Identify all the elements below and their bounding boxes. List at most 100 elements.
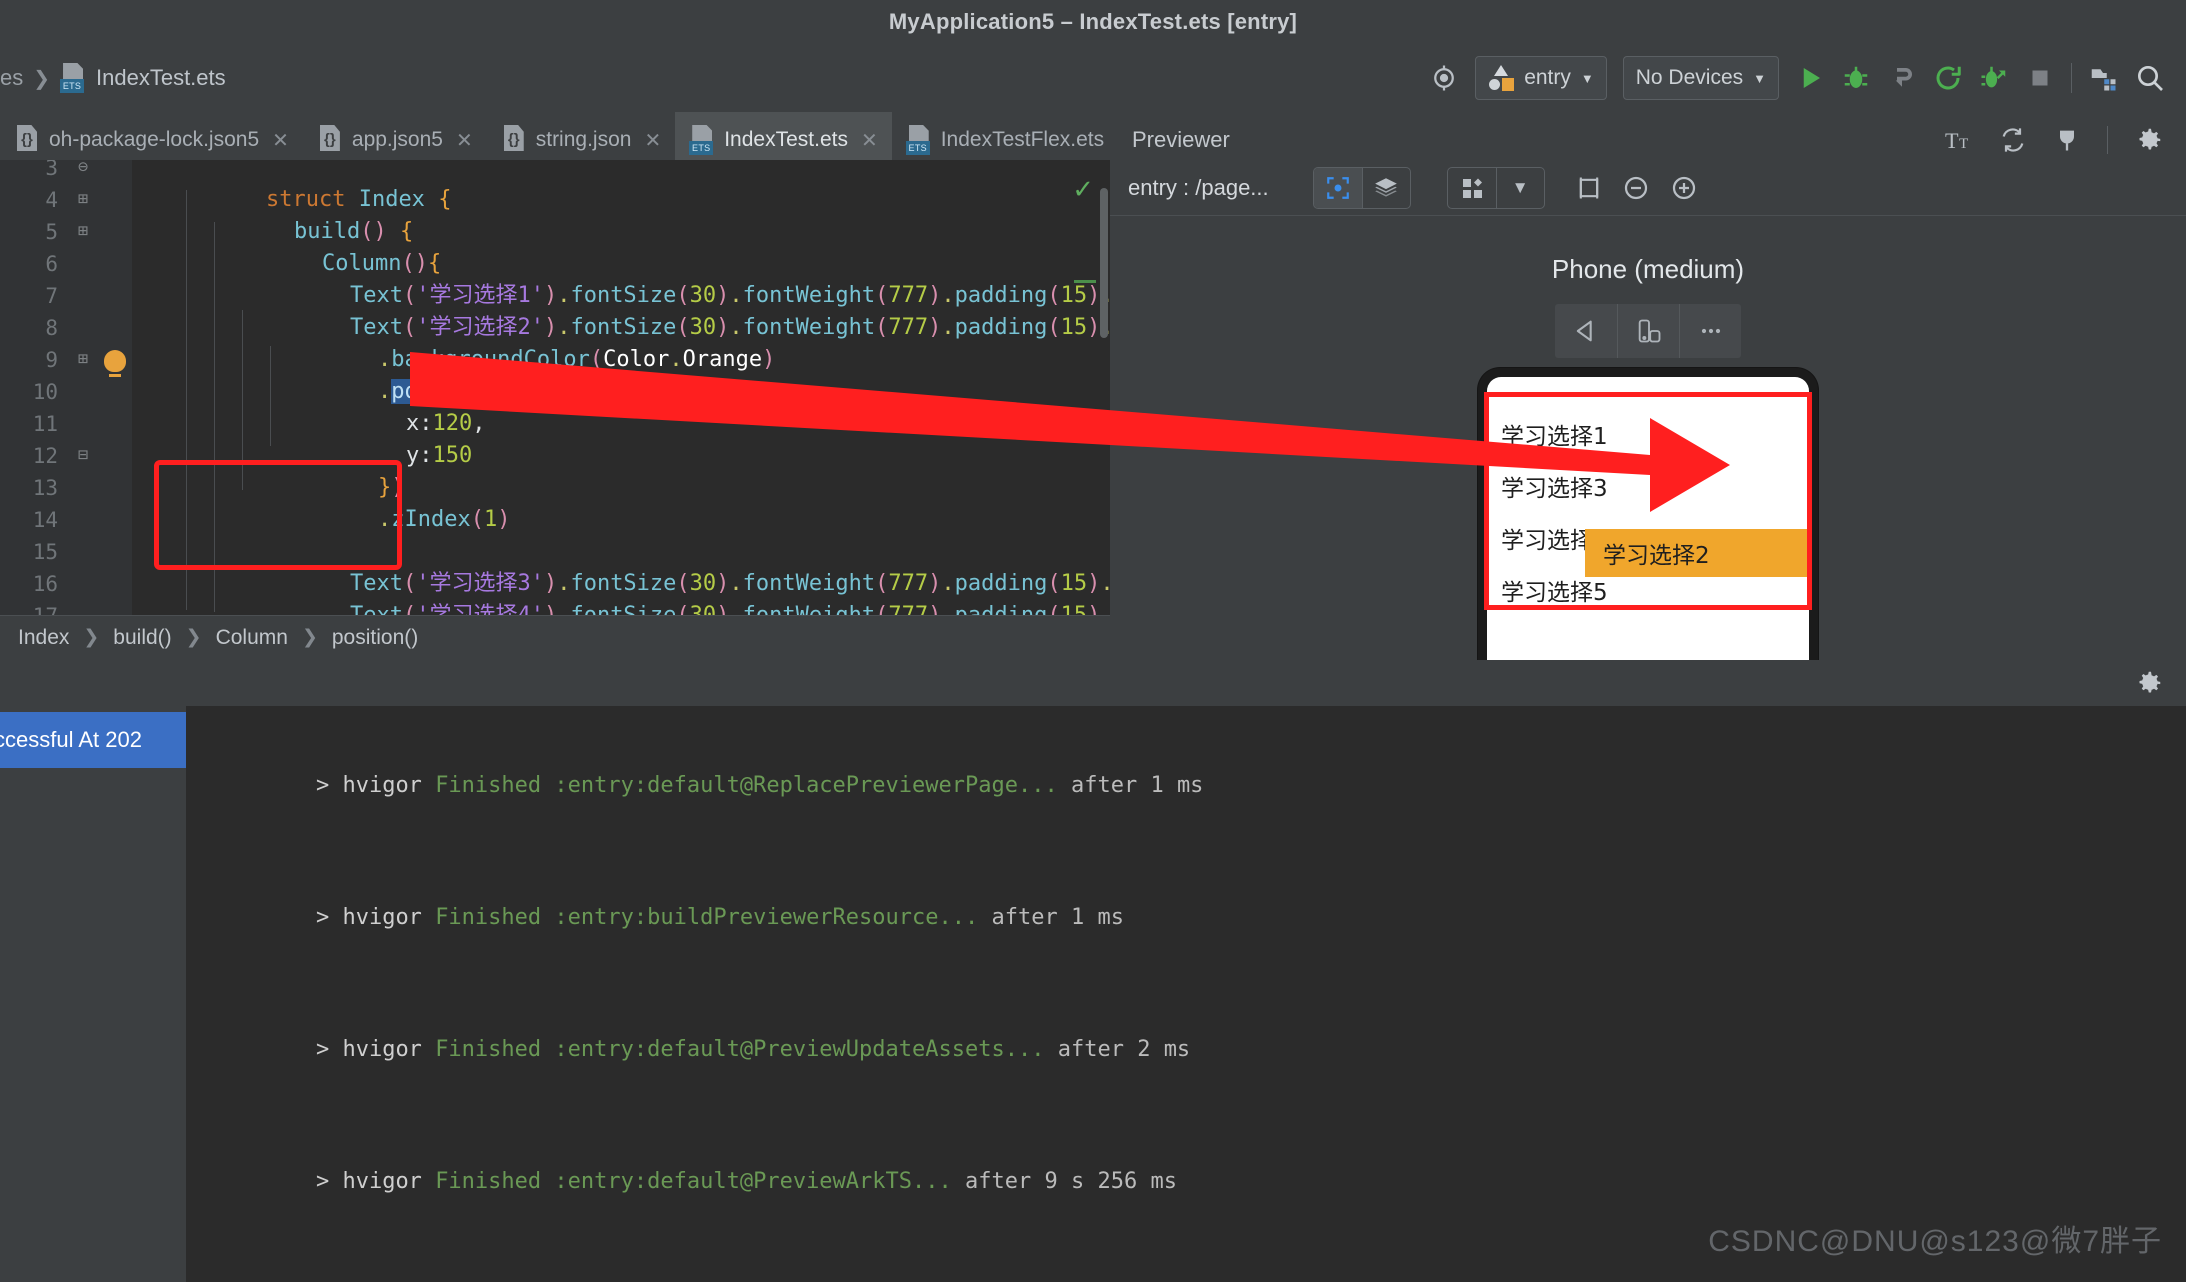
line-number: 17 — [18, 604, 58, 615]
window-title: MyApplication5 – IndexTest.ets [entry] — [888, 9, 1298, 34]
previewer-canvas: Phone (medium) 学习选择1 学习选择3 学习选择4 学习选择5 学… — [1110, 216, 2186, 660]
plug-icon[interactable] — [2053, 126, 2081, 154]
build-run-tab-label: ccessful At 202 — [0, 727, 142, 752]
ets-file-icon: ETS — [60, 63, 86, 93]
previewer-toolbar: entry : /page... ▼ — [1110, 160, 2186, 216]
attach-debugger-icon[interactable] — [1887, 63, 1917, 93]
console-prefix: > hvigor — [315, 1169, 436, 1194]
lightbulb-icon[interactable] — [104, 350, 126, 377]
grid-icon[interactable] — [1448, 168, 1496, 208]
code-editor[interactable]: 3 4 5 6 7 8 9 10 11 12 13 14 15 16 17 18… — [0, 160, 1110, 615]
breadcrumb-item-struct[interactable]: Index — [18, 626, 69, 650]
window-title-bar: MyApplication5 – IndexTest.ets [entry] — [0, 0, 2186, 44]
breadcrumb-separator-icon: ❯ — [83, 627, 100, 648]
tab-label: IndexTest.ets — [724, 128, 848, 151]
fold-marker-icon[interactable]: ⊟ — [78, 445, 88, 465]
breadcrumb-separator-icon: ❯ — [33, 67, 51, 90]
layers-icon[interactable] — [1361, 167, 1410, 208]
fold-marker-icon[interactable]: ⊖ — [78, 160, 88, 177]
profile-icon[interactable] — [1979, 63, 2009, 93]
previewer-inspect-group — [1312, 166, 1411, 209]
device-screen[interactable]: 学习选择1 学习选择3 学习选择4 学习选择5 学习选择2 — [1487, 377, 1809, 660]
target-icon[interactable] — [1429, 63, 1459, 93]
line-number: 5 — [45, 220, 58, 244]
close-icon[interactable]: ✕ — [272, 128, 289, 153]
line-number: 8 — [45, 316, 58, 340]
run-configuration-selector[interactable]: entry ▼ — [1475, 56, 1607, 100]
zoom-in-icon[interactable] — [1669, 173, 1699, 203]
previewer-page-path[interactable]: entry : /page... — [1128, 175, 1269, 201]
console-output[interactable]: > hvigor Finished :entry:default@Replace… — [186, 706, 2186, 1282]
chevron-down-icon[interactable]: ▼ — [1495, 167, 1544, 208]
run-icon[interactable] — [1795, 63, 1825, 93]
device-selector[interactable]: No Devices ▼ — [1622, 56, 1779, 100]
ide-window: MyApplication5 – IndexTest.ets [entry] e… — [0, 0, 2186, 1282]
line-number: 7 — [45, 284, 58, 308]
back-icon[interactable] — [1555, 304, 1617, 358]
run-config-label: entry — [1524, 66, 1571, 89]
editor-gutter[interactable]: 3 4 5 6 7 8 9 10 11 12 13 14 15 16 17 18… — [0, 160, 132, 615]
breadcrumb-item-file[interactable]: IndexTest.ets — [96, 65, 226, 91]
checkmark-ok-icon[interactable]: ✓ — [1072, 174, 1094, 205]
build-run-tab[interactable]: ccessful At 202 — [0, 712, 186, 768]
previewer-pane: entry : /page... ▼ Phone (medium) 学习选择1 … — [1110, 160, 2186, 660]
gear-icon[interactable] — [2134, 668, 2164, 698]
tab-label: string.json — [535, 128, 632, 151]
frame-icon[interactable] — [1575, 174, 1603, 202]
stop-icon[interactable] — [2025, 63, 2055, 93]
build-output-pane: ccessful At 202 > hvigor Finished :entry… — [0, 660, 2186, 1282]
line-number: 11 — [32, 412, 58, 436]
tab-label: app.json5 — [351, 128, 443, 151]
device-label: No Devices — [1635, 66, 1744, 89]
chevron-down-icon: ▼ — [1753, 70, 1766, 86]
console-line: > hvigor Finished :entry:default@Replace… — [210, 720, 2186, 852]
fold-marker-icon[interactable]: ⊞ — [78, 189, 88, 209]
json-file-icon: {} — [317, 125, 343, 155]
zoom-out-icon[interactable] — [1621, 173, 1651, 203]
breadcrumb-item-column[interactable]: Column — [216, 626, 288, 650]
search-icon[interactable] — [2134, 62, 2166, 94]
more-horizontal-icon[interactable] — [1679, 304, 1741, 358]
fold-marker-icon[interactable]: ⊞ — [78, 221, 88, 241]
console-status: Finished — [435, 773, 555, 798]
line-number: 16 — [32, 572, 58, 596]
close-icon[interactable]: ✕ — [861, 128, 878, 153]
editor-marker[interactable] — [1074, 280, 1096, 283]
console-status: Finished — [435, 905, 555, 930]
console-prefix: > hvigor — [315, 773, 436, 798]
breadcrumb-item-position[interactable]: position() — [332, 626, 418, 650]
line-number: 10 — [32, 380, 58, 404]
rerun-icon[interactable] — [1933, 63, 1963, 93]
breadcrumb: es ❯ ETS IndexTest.ets — [0, 63, 226, 93]
ets-file-icon: ETS — [689, 125, 715, 155]
console-task: :entry:default@PreviewUpdateAssets... — [554, 1037, 1045, 1062]
fold-marker-icon[interactable]: ⊞ — [78, 349, 88, 369]
settings-icon[interactable] — [2134, 125, 2164, 155]
svg-text:T: T — [1959, 135, 1968, 152]
line-number: 6 — [45, 252, 58, 276]
debug-icon[interactable] — [1841, 63, 1871, 93]
console-prefix: > hvigor — [315, 1037, 436, 1062]
breadcrumb-separator-icon: ❯ — [301, 627, 318, 648]
refresh-icon[interactable] — [1999, 126, 2027, 154]
rotate-icon[interactable] — [1617, 304, 1679, 358]
breadcrumb-item-build[interactable]: build() — [113, 626, 171, 650]
breadcrumb-item-parent[interactable]: es — [0, 65, 23, 91]
line-number: 12 — [32, 444, 58, 468]
breadcrumb-separator-icon: ❯ — [185, 627, 202, 648]
main-toolbar: es ❯ ETS IndexTest.ets entry ▼ No Device… — [0, 44, 2186, 112]
editor-marker[interactable] — [1074, 440, 1096, 443]
console-line: > hvigor Finished :entry:default@Preview… — [210, 984, 2186, 1116]
code-content[interactable]: struct Index { build() { Column(){ Text(… — [132, 160, 1110, 615]
inspector-icon[interactable] — [1313, 167, 1362, 208]
font-size-icon[interactable]: T T — [1945, 126, 1973, 154]
close-icon[interactable]: ✕ — [644, 128, 661, 153]
console-tail: after 2 ms — [1044, 1037, 1191, 1062]
ets-file-icon: ETS — [905, 125, 932, 155]
editor-vertical-scrollbar[interactable] — [1100, 188, 1108, 338]
console-task: :entry:default@ReplacePreviewerPage... — [554, 773, 1058, 798]
device-preview-frame: 学习选择1 学习选择3 学习选择4 学习选择5 学习选择2 — [1478, 368, 1818, 660]
line-number: 15 — [32, 540, 58, 564]
close-icon[interactable]: ✕ — [456, 128, 473, 153]
device-manager-icon[interactable] — [2088, 63, 2118, 93]
